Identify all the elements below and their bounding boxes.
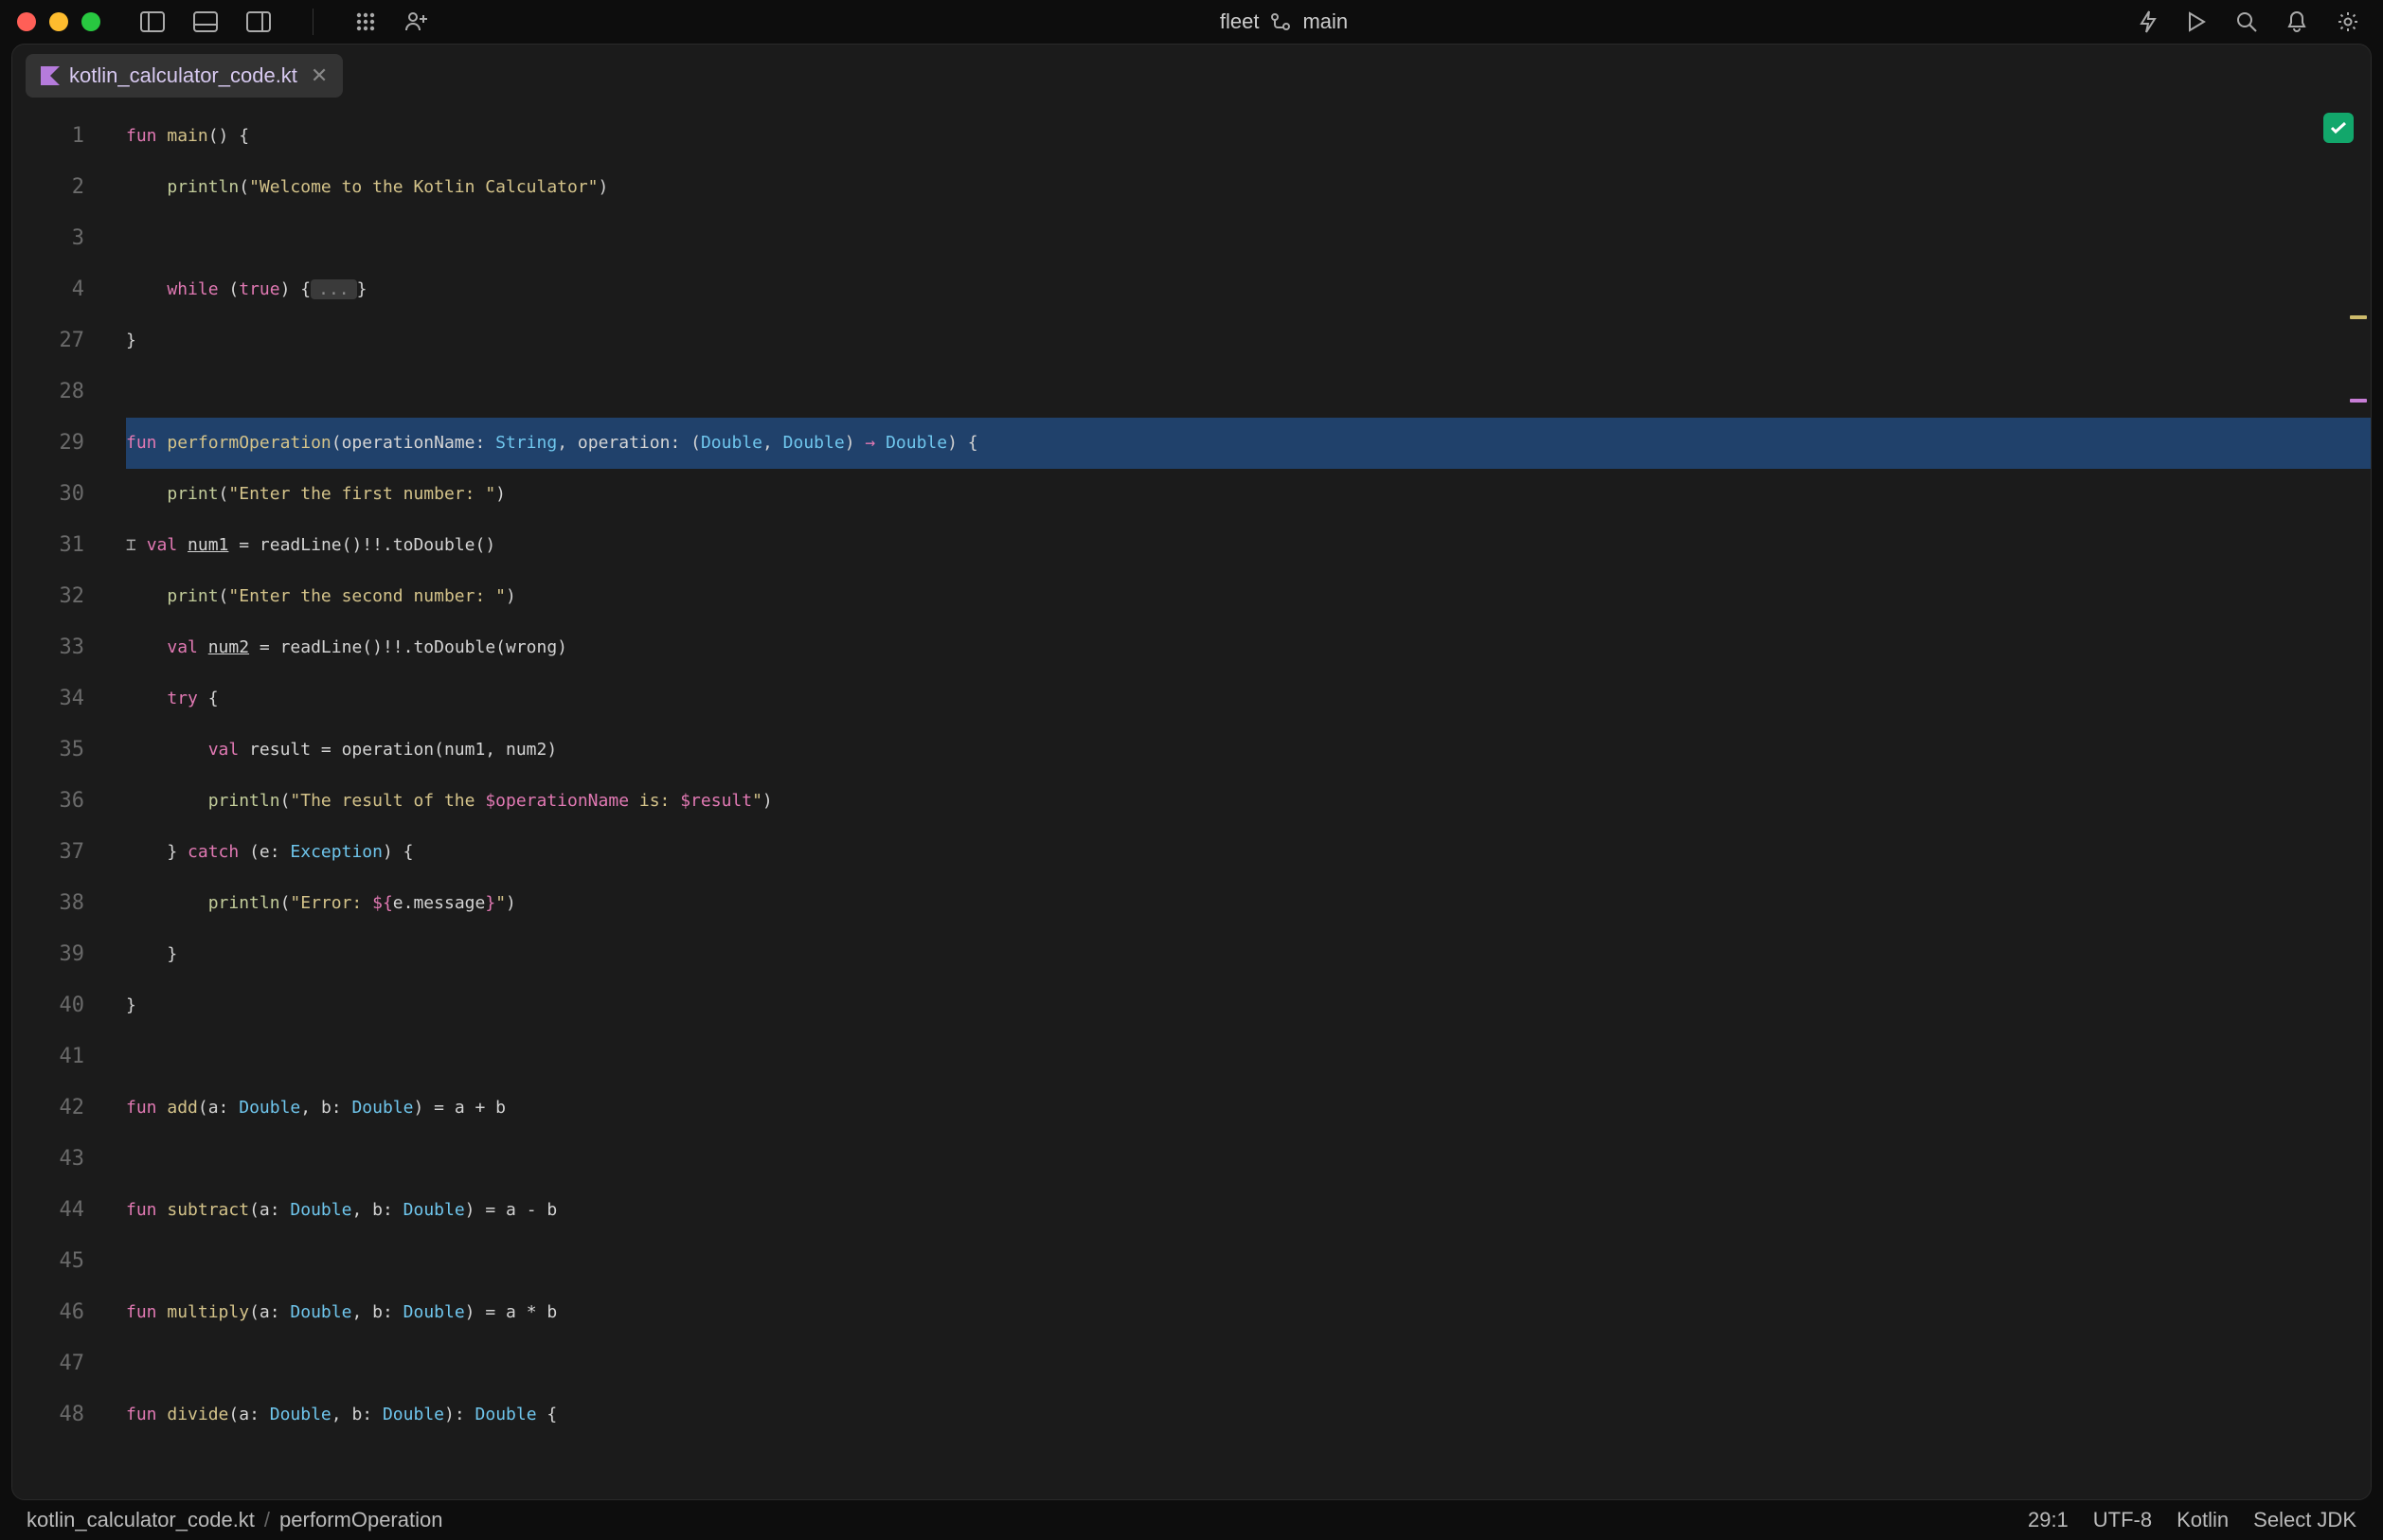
- line-number: 44: [12, 1185, 84, 1236]
- line-number: 46: [12, 1287, 84, 1338]
- title-bar: fleet main: [0, 0, 2383, 44]
- code-line: [126, 1031, 2371, 1083]
- line-number: 34: [12, 673, 84, 725]
- code-line-current: fun performOperation(operationName: Stri…: [126, 418, 2371, 469]
- line-number: 27: [12, 315, 84, 367]
- line-number: 35: [12, 725, 84, 776]
- code-line: fun main() {: [126, 111, 2371, 162]
- status-function: performOperation: [279, 1508, 442, 1532]
- close-icon[interactable]: ✕: [311, 63, 328, 88]
- kotlin-file-icon: [41, 66, 60, 85]
- status-bar: kotlin_calculator_code.kt / performOpera…: [0, 1500, 2383, 1540]
- tab-kotlin-file[interactable]: kotlin_calculator_code.kt ✕: [26, 54, 343, 98]
- code-line: } catch (e: Exception) {: [126, 827, 2371, 878]
- code-line: while (true) {...}: [126, 264, 2371, 315]
- line-number: 36: [12, 776, 84, 827]
- encoding[interactable]: UTF-8: [2093, 1508, 2152, 1532]
- line-number: 29: [12, 418, 84, 469]
- code-content[interactable]: fun main() { println("Welcome to the Kot…: [126, 111, 2371, 1499]
- tab-label: kotlin_calculator_code.kt: [69, 63, 297, 88]
- line-number: 45: [12, 1236, 84, 1287]
- code-line: print("Enter the first number: "): [126, 469, 2371, 520]
- add-user-icon[interactable]: [404, 10, 429, 33]
- fold-indicator[interactable]: ...: [311, 279, 357, 299]
- apps-icon[interactable]: [355, 11, 376, 32]
- traffic-lights: [17, 12, 100, 31]
- code-line: [126, 1338, 2371, 1389]
- code-line: [126, 1134, 2371, 1185]
- line-number: 47: [12, 1338, 84, 1389]
- right-actions: [2139, 9, 2360, 34]
- line-number: 1: [12, 111, 84, 162]
- code-line: ⌶ val num1 = readLine()!!.toDouble(): [126, 520, 2371, 571]
- tab-bar: kotlin_calculator_code.kt ✕: [12, 45, 2371, 98]
- code-line: val num2 = readLine()!!.toDouble(wrong): [126, 622, 2371, 673]
- code-line: }: [126, 929, 2371, 980]
- code-line: try {: [126, 673, 2371, 725]
- divider: [313, 9, 314, 35]
- close-window-button[interactable]: [17, 12, 36, 31]
- language-mode[interactable]: Kotlin: [2177, 1508, 2229, 1532]
- line-number: 31: [12, 520, 84, 571]
- line-number: 30: [12, 469, 84, 520]
- minimize-window-button[interactable]: [49, 12, 68, 31]
- code-line: [126, 213, 2371, 264]
- line-number: 28: [12, 367, 84, 418]
- text-cursor-icon: ⌶: [126, 535, 147, 555]
- code-line: [126, 1236, 2371, 1287]
- line-number: 40: [12, 980, 84, 1031]
- cursor-position[interactable]: 29:1: [2028, 1508, 2069, 1532]
- code-line: fun multiply(a: Double, b: Double) = a *…: [126, 1287, 2371, 1338]
- lightning-icon[interactable]: [2139, 9, 2158, 34]
- branch-name: main: [1302, 9, 1348, 34]
- gutter: 1 2 3 4 27 28 29 30 31 32 33 34 35 36 37…: [12, 111, 126, 1499]
- code-line: }: [126, 980, 2371, 1031]
- line-number: 38: [12, 878, 84, 929]
- zoom-window-button[interactable]: [81, 12, 100, 31]
- code-line: }: [126, 315, 2371, 367]
- code-line: fun subtract(a: Double, b: Double) = a -…: [126, 1185, 2371, 1236]
- breadcrumb[interactable]: kotlin_calculator_code.kt / performOpera…: [27, 1508, 442, 1532]
- project-name: fleet: [1220, 9, 1260, 34]
- code-line: println("Error: ${e.message}"): [126, 878, 2371, 929]
- code-line: println("Welcome to the Kotlin Calculato…: [126, 162, 2371, 213]
- line-number: 2: [12, 162, 84, 213]
- search-icon[interactable]: [2235, 10, 2258, 33]
- line-number: 37: [12, 827, 84, 878]
- code-area[interactable]: 1 2 3 4 27 28 29 30 31 32 33 34 35 36 37…: [12, 98, 2371, 1499]
- separator: /: [264, 1508, 270, 1532]
- line-number: 33: [12, 622, 84, 673]
- line-number: 41: [12, 1031, 84, 1083]
- panel-left-icon[interactable]: [140, 11, 165, 32]
- panel-bottom-icon[interactable]: [193, 11, 218, 32]
- line-number: 3: [12, 213, 84, 264]
- line-number: 43: [12, 1134, 84, 1185]
- editor-frame: kotlin_calculator_code.kt ✕ 1 2 3 4 27 2…: [11, 44, 2372, 1500]
- line-number: 32: [12, 571, 84, 622]
- code-line: fun add(a: Double, b: Double) = a + b: [126, 1083, 2371, 1134]
- title-center[interactable]: fleet main: [440, 9, 2127, 34]
- line-number: 4: [12, 264, 84, 315]
- code-line: fun divide(a: Double, b: Double): Double…: [126, 1389, 2371, 1441]
- branch-icon: [1270, 12, 1291, 31]
- code-line: val result = operation(num1, num2): [126, 725, 2371, 776]
- bell-icon[interactable]: [2286, 9, 2307, 34]
- code-line: println("The result of the $operationNam…: [126, 776, 2371, 827]
- code-line: [126, 367, 2371, 418]
- line-number: 39: [12, 929, 84, 980]
- panel-right-icon[interactable]: [246, 11, 271, 32]
- line-number: 48: [12, 1389, 84, 1441]
- run-icon[interactable]: [2186, 10, 2207, 33]
- jdk-selector[interactable]: Select JDK: [2253, 1508, 2356, 1532]
- code-line: print("Enter the second number: "): [126, 571, 2371, 622]
- left-panel-controls: [140, 9, 429, 35]
- line-number: 42: [12, 1083, 84, 1134]
- gear-icon[interactable]: [2336, 9, 2360, 34]
- status-file: kotlin_calculator_code.kt: [27, 1508, 255, 1532]
